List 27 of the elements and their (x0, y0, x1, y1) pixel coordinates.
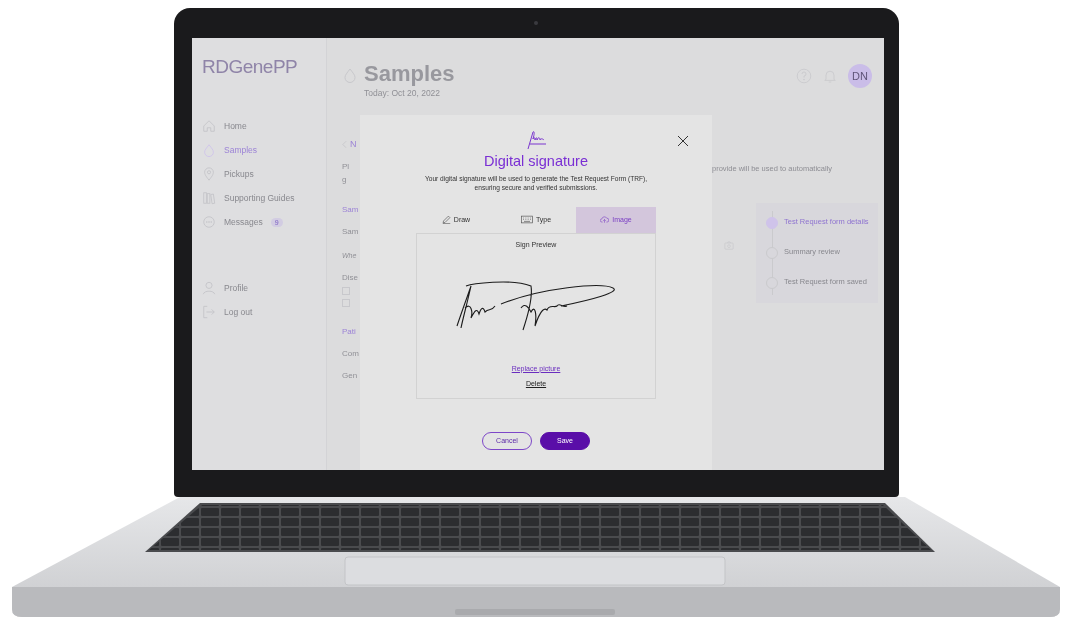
text-fragment: g (342, 175, 348, 185)
nav-item[interactable]: Pickups (202, 166, 326, 182)
camera-icon (534, 21, 538, 25)
pin-icon (202, 167, 216, 181)
nav-item[interactable]: Supporting Guides (202, 190, 326, 206)
text-fragment: Sam (342, 205, 360, 215)
nav-item[interactable]: Home (202, 118, 326, 134)
close-icon[interactable] (677, 135, 689, 147)
text-fragment: Gen (342, 371, 359, 381)
text-fragment: Pl (342, 162, 351, 172)
page-title: Samples (364, 62, 456, 87)
logo: RDGenePP (202, 56, 299, 78)
text-fragment: Sam (342, 227, 360, 237)
text-fragment: Com (342, 349, 360, 359)
nav-item[interactable]: Samples (202, 142, 326, 158)
cloud-upload-icon (600, 215, 610, 225)
text-fragment: Dise (342, 273, 359, 283)
keyboard-icon (520, 215, 533, 225)
pencil-icon (441, 215, 451, 225)
signature-icon (525, 130, 547, 150)
dialog-title: Digital signature (484, 153, 588, 169)
nav-item[interactable]: Profile (202, 280, 326, 296)
date-text: Today: Oct 20, 2022 (364, 88, 442, 99)
nav-item[interactable]: Log out (202, 304, 326, 320)
text-fragment: Pati (342, 327, 357, 337)
back-link[interactable]: N (350, 139, 357, 149)
avatar[interactable]: DN (848, 64, 872, 88)
